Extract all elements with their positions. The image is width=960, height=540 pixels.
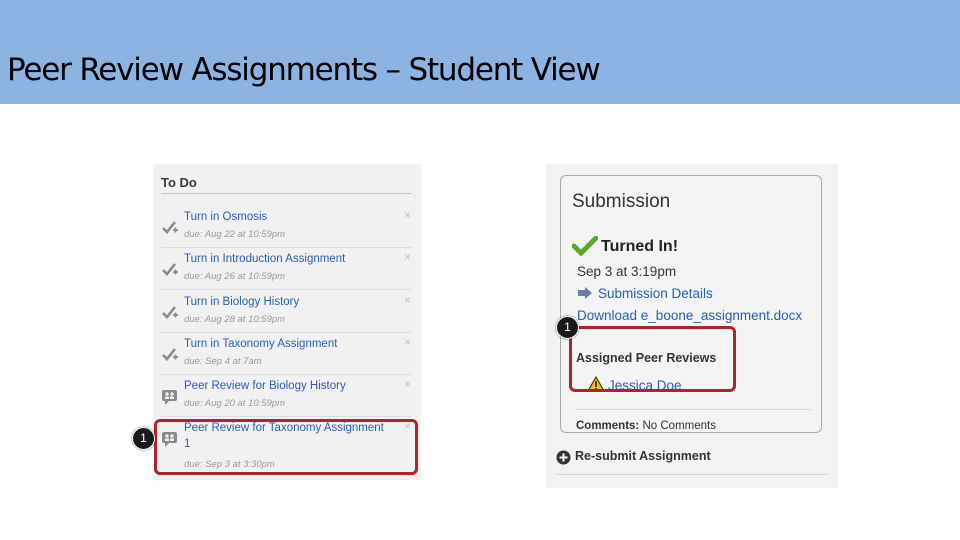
submission-box: Submission Turned In! Sep 3 at 3:19pm Su… [560,175,822,433]
todo-item-biology-history[interactable]: Turn in Biology History due: Aug 28 at 1… [153,291,411,333]
highlight-box-todo [154,419,418,475]
todo-heading: To Do [161,175,197,190]
arrow-right-icon [577,286,593,305]
dismiss-icon[interactable]: × [404,293,411,307]
dismiss-icon[interactable]: × [404,335,411,349]
divider [556,474,828,475]
peer-review-icon [161,388,179,406]
todo-item-due: due: Aug 28 at 10:59pm [184,314,286,325]
todo-item-due: due: Aug 20 at 10:59pm [184,398,286,409]
submission-date: Sep 3 at 3:19pm [577,264,677,279]
dismiss-icon[interactable]: × [404,377,411,391]
callout-badge-right: 1 [556,316,579,339]
checkmark-plus-icon [161,346,179,364]
resubmit-assignment-button[interactable]: Re-submit Assignment [575,449,711,463]
todo-item-due: due: Sep 4 at 7am [184,356,262,367]
todo-item-title[interactable]: Turn in Taxonomy Assignment [184,338,337,350]
divider [161,289,411,290]
todo-item-title[interactable]: Turn in Biology History [184,296,299,308]
todo-item-title[interactable]: Peer Review for Biology History [184,380,346,392]
todo-item-title[interactable]: Turn in Introduction Assignment [184,253,345,265]
slide-title: Peer Review Assignments – Student View [7,52,601,88]
checkmark-plus-icon [161,219,179,237]
todo-heading-divider [161,193,411,194]
dismiss-icon[interactable]: × [404,250,411,264]
highlight-box-peer-reviews [569,326,736,392]
checkmark-icon [571,235,599,261]
todo-item-taxonomy[interactable]: Turn in Taxonomy Assignment due: Sep 4 a… [153,333,411,375]
divider [575,409,811,410]
todo-item-due: due: Aug 26 at 10:59pm [184,271,286,282]
checkmark-plus-icon [161,261,179,279]
todo-item-introduction[interactable]: Turn in Introduction Assignment due: Aug… [153,248,411,290]
download-link[interactable]: Download e_boone_assignment.docx [577,308,802,323]
comments-line: Comments: No Comments [576,420,716,432]
dismiss-icon[interactable]: × [404,208,411,222]
todo-item-osmosis[interactable]: Turn in Osmosis due: Aug 22 at 10:59pm × [153,206,411,248]
callout-badge-left: 1 [132,427,155,450]
todo-item-title[interactable]: Turn in Osmosis [184,211,267,223]
comments-value: No Comments [642,420,716,432]
todo-item-due: due: Aug 22 at 10:59pm [184,229,286,240]
title-banner: Peer Review Assignments – Student View [0,0,960,104]
submission-heading: Submission [572,191,671,212]
submission-details-link[interactable]: Submission Details [598,286,713,301]
todo-item-peer-review-biology[interactable]: Peer Review for Biology History due: Aug… [153,375,411,417]
submission-status: Turned In! [601,238,679,255]
plus-circle-icon [556,450,571,470]
checkmark-plus-icon [161,304,179,322]
comments-label: Comments: [576,420,640,432]
